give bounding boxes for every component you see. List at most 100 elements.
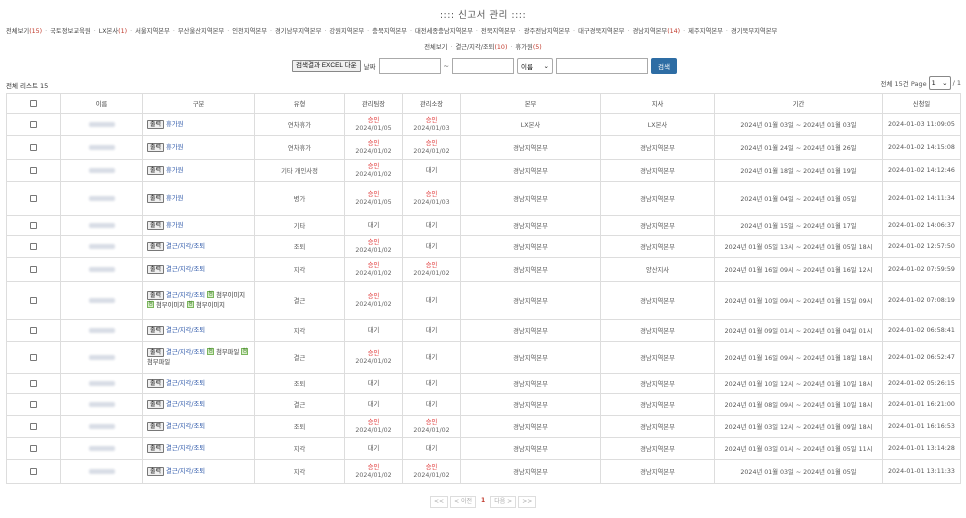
page-select[interactable]: 1 ⌄ (928, 76, 951, 90)
tab-item[interactable]: 휴가원(5) (515, 44, 541, 51)
table-row[interactable]: 출력 결근/지각/조퇴 조퇴 승인 2024/01/02 승인 2024/01/02 경남지역… (6, 415, 961, 438)
table-row[interactable]: 출력 결근/지각/조퇴 지각 대기 대기 경남지역본부 경남지역본부 2024년 01월 09… (6, 319, 961, 342)
row-checkbox[interactable] (30, 400, 37, 408)
print-button[interactable]: 출력 (147, 193, 165, 203)
row-checkbox[interactable] (30, 353, 37, 361)
attachment-link[interactable]: 첨 첨부이미지 (147, 301, 185, 309)
table-row[interactable]: 출력 결근/지각/조퇴 첨 첨부이미지 첨 첨부이미지 첨 첨부이미지 결근 승인 2024/… (6, 281, 961, 320)
tab-label: 경기남부지역본부 (275, 28, 322, 35)
row-checkbox[interactable] (30, 242, 37, 250)
tab-item[interactable]: 전북지역본부 (481, 28, 516, 35)
category-link[interactable]: 휴가원 (166, 222, 183, 229)
tab-item[interactable]: 전체보기 (424, 44, 447, 51)
tab-item[interactable]: 전체보기(15) (6, 28, 42, 35)
tab-item[interactable]: 국토정보교육원 (50, 28, 91, 35)
next-page-button[interactable]: 다음 > (490, 496, 517, 508)
category-link[interactable]: 휴가원 (166, 144, 183, 151)
row-checkbox[interactable] (30, 379, 37, 387)
category-link[interactable]: 휴가원 (166, 167, 183, 174)
tab-item[interactable]: 경남지역본부(14) (632, 28, 680, 35)
table-row[interactable]: 출력 휴가원 기타 대기 대기 경남지역본부 경남지역본부 2024년 01월 15일 ~ 2… (6, 215, 961, 236)
tab-item[interactable]: 결근/지각/조퇴(10) (455, 44, 507, 51)
tab-item[interactable]: LX본사(1) (99, 28, 127, 35)
search-button[interactable]: 검색 (651, 57, 677, 74)
category-cell: 출력 결근/지각/조퇴 (142, 319, 255, 342)
tab-item[interactable]: 광주전남지역본부 (524, 28, 570, 35)
print-button[interactable]: 출력 (147, 325, 165, 335)
print-button[interactable]: 출력 (147, 165, 165, 175)
row-checkbox[interactable] (30, 444, 37, 452)
table-row[interactable]: 출력 결근/지각/조퇴 조퇴 대기 대기 경남지역본부 경남지역본부 2024년 01월 10… (6, 373, 961, 394)
print-button[interactable]: 출력 (147, 220, 165, 230)
prev-page-button[interactable]: < 이전 (450, 496, 477, 508)
category-link[interactable]: 결근/지각/조퇴 (166, 380, 205, 387)
attachment-link[interactable]: 첨 첨부이미지 (207, 291, 245, 299)
print-button[interactable]: 출력 (147, 378, 165, 388)
table-row[interactable]: 출력 휴가원 연차휴가 승인 2024/01/02 승인 2024/01/02 경남지역본부 경… (6, 135, 961, 160)
print-button[interactable]: 출력 (147, 142, 165, 152)
print-button[interactable]: 출력 (147, 290, 165, 300)
print-button[interactable]: 출력 (147, 421, 165, 431)
attachment-link[interactable]: 첨 첨부이미지 (186, 301, 225, 309)
category-link[interactable]: 결근/지각/조퇴 (166, 243, 205, 250)
row-checkbox[interactable] (30, 467, 37, 475)
end-date-input[interactable] (452, 57, 514, 74)
category-link[interactable]: 결근/지각/조퇴 (166, 349, 205, 356)
first-page-button[interactable]: << (430, 496, 449, 508)
category-link[interactable]: 결근/지각/조퇴 (166, 468, 205, 475)
tab-item[interactable]: 경기남부지역본부 (275, 28, 321, 35)
table-row[interactable]: 출력 휴가원 병가 승인 2024/01/05 승인 2024/01/03 경남지역본부 경남지… (6, 181, 961, 216)
row-checkbox[interactable] (30, 194, 37, 202)
row-checkbox[interactable] (30, 326, 37, 334)
category-link[interactable]: 결근/지각/조퇴 (166, 401, 205, 408)
category-link[interactable]: 결근/지각/조퇴 (166, 292, 205, 299)
select-all-checkbox[interactable] (30, 99, 37, 107)
table-row[interactable]: 출력 결근/지각/조퇴 첨 첨부파일 첨첨부파일 결근 승인 2024/01/02 대기 경남… (6, 341, 961, 374)
category-link[interactable]: 휴가원 (166, 195, 183, 202)
category-link[interactable]: 휴가원 (166, 121, 183, 128)
tab-item[interactable]: 부산울산지역본부 (178, 28, 224, 35)
category-cell: 출력 결근/지각/조퇴 첨 첨부이미지 첨 첨부이미지 첨 첨부이미지 (142, 281, 255, 320)
print-button[interactable]: 출력 (147, 264, 165, 274)
print-button[interactable]: 출력 (147, 347, 165, 357)
last-page-button[interactable]: >> (518, 496, 537, 508)
search-field-select[interactable]: 이름 ⌄ (517, 57, 553, 74)
excel-download-button[interactable]: 검색결과 EXCEL 다운 (292, 59, 361, 72)
row-checkbox[interactable] (30, 296, 37, 304)
row-checkbox[interactable] (30, 265, 37, 273)
print-button[interactable]: 출력 (147, 466, 165, 476)
table-row[interactable]: 출력 휴가원 기타 개인사정 승인 2024/01/02 대기 경남지역본부 경남지역본부 20… (6, 159, 961, 182)
print-button[interactable]: 출력 (147, 399, 165, 409)
table-row[interactable]: 출력 결근/지각/조퇴 지각 승인 2024/01/02 승인 2024/01/02 경남지역… (6, 459, 961, 484)
tab-item[interactable]: 강원지역본부 (329, 28, 364, 35)
table-row[interactable]: 출력 결근/지각/조퇴 조퇴 승인 2024/01/02 대기 경남지역본부 경남지역본부 20… (6, 235, 961, 258)
table-row[interactable]: 출력 결근/지각/조퇴 결근 대기 대기 경남지역본부 경남지역본부 2024년 01월 08… (6, 393, 961, 416)
row-checkbox[interactable] (30, 422, 37, 430)
search-keyword-input[interactable] (556, 57, 648, 74)
category-link[interactable]: 결근/지각/조퇴 (166, 266, 205, 273)
tab-item[interactable]: 인천지역본부 (232, 28, 267, 35)
tab-item[interactable]: 경기북부지역본부 (731, 28, 777, 35)
print-button[interactable]: 출력 (147, 119, 165, 129)
row-checkbox[interactable] (30, 120, 37, 128)
table-row[interactable]: 출력 결근/지각/조퇴 지각 승인 2024/01/02 승인 2024/01/02 경남지역… (6, 257, 961, 282)
table-row[interactable]: 출력 휴가원 연차휴가 승인 2024/01/05 승인 2024/01/03 LX본사 LX본… (6, 113, 961, 136)
start-date-input[interactable] (378, 57, 441, 74)
row-checkbox[interactable] (30, 166, 37, 174)
row-checkbox[interactable] (30, 221, 37, 229)
tab-item[interactable]: 서울지역본부 (135, 28, 170, 35)
attachment-link[interactable]: 첨첨부파일 (207, 348, 239, 356)
tab-item[interactable]: 대구경북지역본부 (578, 28, 624, 35)
tab-item[interactable]: 대전세종충남지역본부 (415, 28, 473, 35)
category-link[interactable]: 결근/지각/조퇴 (166, 423, 205, 430)
tab-item[interactable]: 제주지역본부 (688, 28, 723, 35)
category-link[interactable]: 결근/지각/조퇴 (166, 445, 205, 452)
category-link[interactable]: 결근/지각/조퇴 (166, 327, 205, 334)
tab-separator: · (172, 28, 175, 35)
print-button[interactable]: 출력 (147, 241, 165, 251)
print-button[interactable]: 출력 (147, 443, 165, 453)
current-page[interactable]: 1 (478, 496, 488, 508)
tab-item[interactable]: 충북지역본부 (372, 28, 407, 35)
table-row[interactable]: 출력 결근/지각/조퇴 지각 대기 대기 경남지역본부 경남지역본부 2024년 01월 03… (6, 437, 961, 460)
row-checkbox[interactable] (30, 143, 37, 151)
